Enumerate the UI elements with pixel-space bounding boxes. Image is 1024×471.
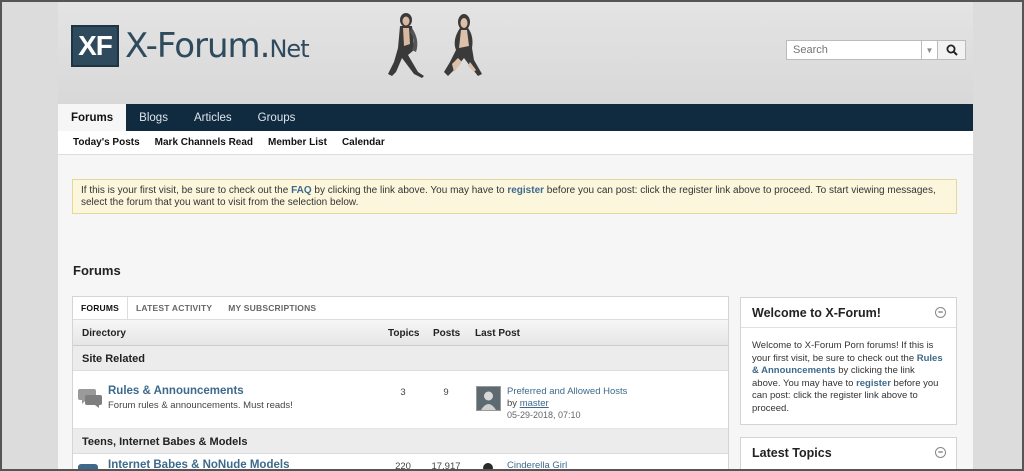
sidebar-register-link[interactable]: register xyxy=(856,378,891,389)
user-avatar-icon xyxy=(477,387,500,410)
logo-suffix: Net xyxy=(269,35,309,63)
first-visit-notice: If this is your first visit, be sure to … xyxy=(72,179,957,214)
welcome-widget-body: Welcome to X-Forum Porn forums! If this … xyxy=(741,328,956,427)
forum-title-link[interactable]: Rules & Announcements xyxy=(108,385,244,397)
forum-row: Internet Babes & NoNude Models 220 17,91… xyxy=(73,454,728,471)
logo-text: X-Forum.Net xyxy=(125,26,310,66)
forum-row: Rules & Announcements Forum rules & anno… xyxy=(73,371,728,429)
latest-topics-widget: Latest Topics − xyxy=(740,437,957,471)
logo-name: X-Forum. xyxy=(125,26,270,66)
last-post-title-link[interactable]: Preferred and Allowed Hosts xyxy=(507,386,627,397)
forum-table-header: Directory Topics Posts Last Post xyxy=(73,320,728,346)
forum-posts-count: 9 xyxy=(443,387,449,398)
last-post-title-link[interactable]: Cinderella Girl xyxy=(507,460,567,471)
forum-posts-count: 17,917 xyxy=(431,461,461,471)
welcome-title-text: Welcome to X-Forum! xyxy=(752,306,881,320)
avatar[interactable] xyxy=(476,386,501,411)
column-last-post: Last Post xyxy=(475,328,521,339)
header-model-images xyxy=(388,13,482,78)
forum-description: Forum rules & announcements. Must reads! xyxy=(108,400,293,411)
nav-tab-forums[interactable]: Forums xyxy=(58,104,127,131)
collapse-icon[interactable]: − xyxy=(935,307,946,318)
faq-link[interactable]: FAQ xyxy=(291,185,312,196)
subnav-member-list[interactable]: Member List xyxy=(268,137,327,148)
last-post-byline: by master xyxy=(507,398,549,409)
site-logo[interactable]: XF X-Forum.Net xyxy=(71,25,310,67)
nav-tab-groups[interactable]: Groups xyxy=(245,104,309,131)
chevron-down-icon: ▼ xyxy=(925,45,934,55)
category-header-site-related[interactable]: Site Related xyxy=(73,346,728,371)
search-input[interactable] xyxy=(786,40,922,60)
welcome-text-1: Welcome to X-Forum Porn forums! If this … xyxy=(752,340,934,364)
category-header-teens-babes-models[interactable]: Teens, Internet Babes & Models xyxy=(73,429,728,454)
latest-topics-title-text: Latest Topics xyxy=(752,446,832,460)
latest-topics-title: Latest Topics − xyxy=(741,438,956,468)
forum-list-panel: FORUMS LATEST ACTIVITY MY SUBSCRIPTIONS … xyxy=(72,296,729,471)
main-navbar: Forums Blogs Articles Groups xyxy=(58,104,973,131)
welcome-widget: Welcome to X-Forum! − Welcome to X-Forum… xyxy=(740,297,957,425)
last-post-author-link[interactable]: master xyxy=(520,398,549,409)
page-title: Forums xyxy=(73,263,121,278)
sub-navbar: Today's Posts Mark Channels Read Member … xyxy=(58,131,973,155)
logo-mark: XF xyxy=(71,25,119,67)
forum-tabs: FORUMS LATEST ACTIVITY MY SUBSCRIPTIONS xyxy=(73,297,728,320)
forum-topics-count: 220 xyxy=(395,461,411,471)
subnav-todays-posts[interactable]: Today's Posts xyxy=(73,137,140,148)
column-posts: Posts xyxy=(433,328,461,339)
notice-text-1: If this is your first visit, be sure to … xyxy=(81,185,292,196)
tab-forums[interactable]: FORUMS xyxy=(73,297,129,319)
notice-text-2: by clicking the link above. You may have… xyxy=(311,185,508,196)
column-directory: Directory xyxy=(82,328,126,339)
search-button[interactable] xyxy=(938,40,966,60)
forum-chat-bubbles-icon xyxy=(78,464,98,471)
search-icon xyxy=(946,44,958,56)
column-topics: Topics xyxy=(388,328,420,339)
welcome-widget-title: Welcome to X-Forum! − xyxy=(741,298,956,328)
last-post-date: 05-29-2018, 07:10 xyxy=(507,410,581,420)
subnav-calendar[interactable]: Calendar xyxy=(342,137,385,148)
subnav-mark-channels-read[interactable]: Mark Channels Read xyxy=(155,137,253,148)
forum-chat-bubbles-icon xyxy=(78,389,102,408)
forum-title-link[interactable]: Internet Babes & NoNude Models xyxy=(108,459,289,471)
forum-topics-count: 3 xyxy=(400,387,406,398)
tab-latest-activity[interactable]: LATEST ACTIVITY xyxy=(128,297,220,319)
site-header: XF X-Forum.Net ▼ xyxy=(58,0,973,104)
nav-tab-blogs[interactable]: Blogs xyxy=(126,104,181,131)
register-link[interactable]: register xyxy=(507,185,544,196)
user-avatar-icon xyxy=(483,463,493,471)
collapse-icon[interactable]: − xyxy=(935,447,946,458)
avatar[interactable] xyxy=(476,460,501,471)
last-post-by-prefix: by xyxy=(507,398,520,409)
search-bar: ▼ xyxy=(786,40,966,60)
tab-my-subscriptions[interactable]: MY SUBSCRIPTIONS xyxy=(220,297,324,319)
search-options-dropdown[interactable]: ▼ xyxy=(922,40,938,60)
nav-tab-articles[interactable]: Articles xyxy=(181,104,245,131)
